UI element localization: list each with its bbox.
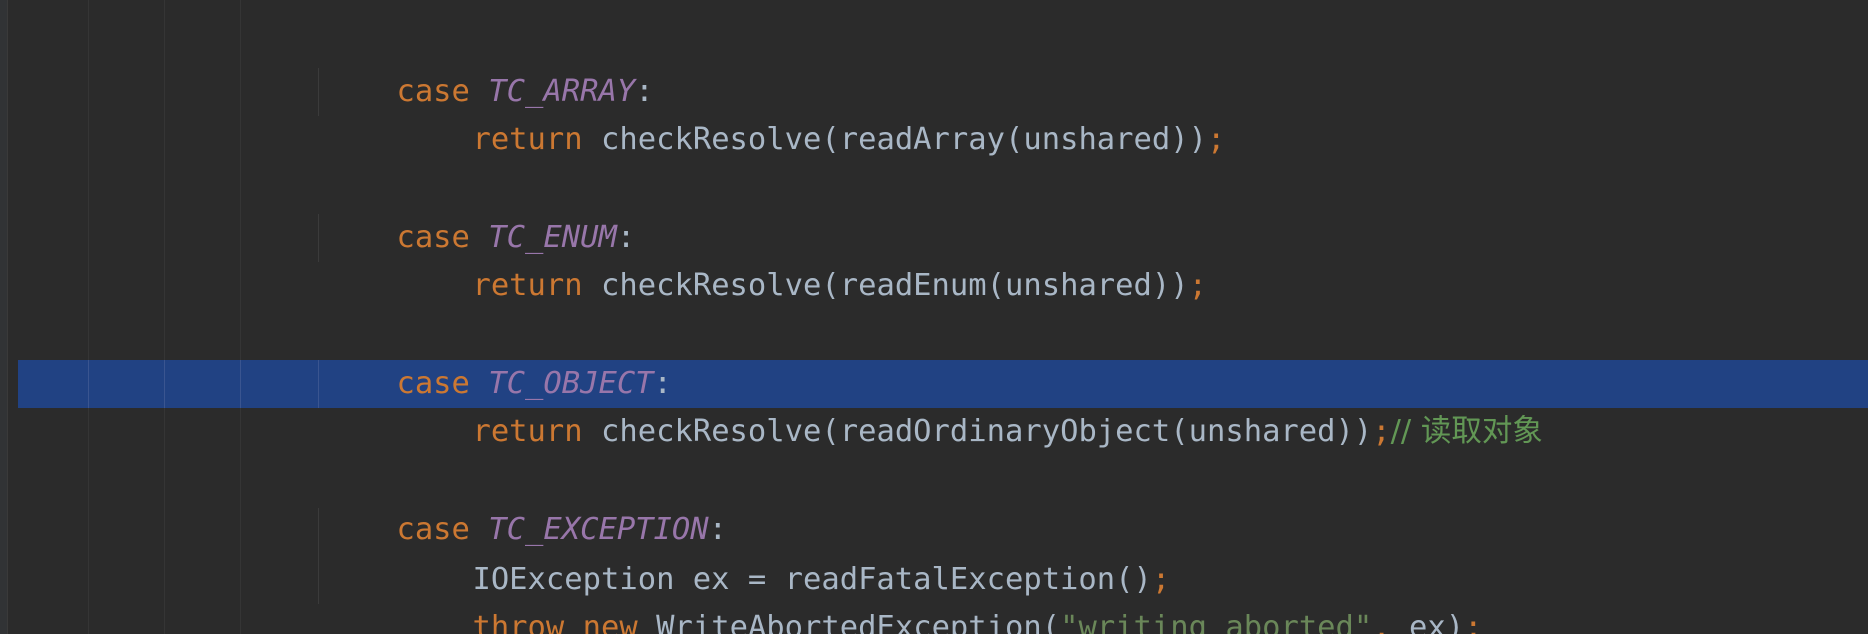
indent-guide [318,68,319,116]
editor-gutter-edge [0,0,8,634]
code-line-case-object[interactable]: case TC_OBJECT: [323,312,671,401]
return-expression: checkResolve(readEnum(unshared)) [601,268,1189,303]
indent-guide [164,0,165,634]
code-line-case-enum[interactable]: case TC_ENUM: [323,166,635,255]
indent-guide [88,0,89,634]
indent-guide [88,360,89,408]
return-keyword: return [472,414,583,449]
indent-guide [240,360,241,408]
indent-guide [318,214,319,262]
indent-guide [318,508,319,604]
code-line-return-object[interactable]: return checkResolve(readOrdinaryObject(u… [399,360,1542,449]
indent-guide [318,360,319,408]
argument-ex: ex) [1390,610,1465,634]
code-editor[interactable]: case TC_ARRAY: return checkResolve(readA… [0,0,1868,634]
return-expression: checkResolve(readArray(unshared)) [601,122,1207,157]
throw-keyword: throw [472,610,565,634]
code-line-case-array[interactable]: case TC_ARRAY: [323,20,653,109]
line-comment: // 读取对象 [1390,414,1543,449]
code-line-case-exception[interactable]: case TC_EXCEPTION: [323,458,727,547]
indent-guide [164,360,165,408]
constructor-call: WriteAbortedException( [656,610,1061,634]
indent-guide [240,0,241,634]
code-line-return-array[interactable]: return checkResolve(readArray(unshared))… [399,68,1225,157]
semicolon: ; [1372,414,1391,449]
comma: , [1372,610,1391,634]
return-expression: checkResolve(readOrdinaryObject(unshared… [601,414,1373,449]
string-literal: "writing aborted" [1060,610,1373,634]
semicolon: ; [1188,268,1207,303]
code-line-read-fatal-exception[interactable]: IOException ex = readFatalException(); [399,508,1170,597]
return-keyword: return [472,122,583,157]
code-line-throw-exception[interactable]: throw new WriteAbortedException("writing… [399,556,1482,634]
new-keyword: new [582,610,638,634]
code-line-return-enum[interactable]: return checkResolve(readEnum(unshared)); [399,214,1207,303]
semicolon: ; [1206,122,1226,157]
semicolon: ; [1464,610,1483,634]
return-keyword: return [472,268,583,303]
